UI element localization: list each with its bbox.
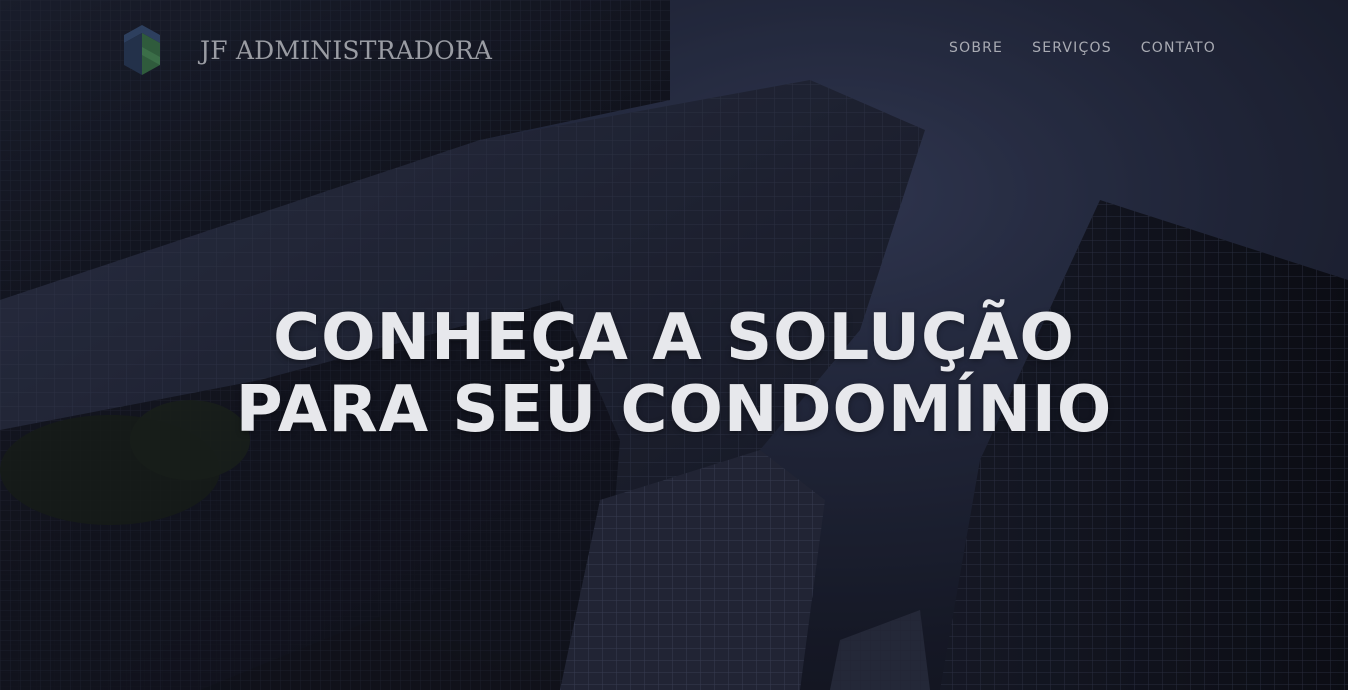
- brand[interactable]: JF ADMINISTRADORA: [118, 22, 492, 78]
- hero-headline: CONHEÇA A SOLUÇÃO PARA SEU CONDOMÍNIO: [0, 302, 1348, 446]
- hero-headline-line-1: CONHEÇA A SOLUÇÃO: [273, 301, 1075, 375]
- nav-link-servicos[interactable]: SERVIÇOS: [1032, 40, 1112, 56]
- nav-menu: SOBRE SERVIÇOS CONTATO: [949, 40, 1216, 56]
- hero-headline-line-2: PARA SEU CONDOMÍNIO: [235, 373, 1113, 447]
- navbar: JF ADMINISTRADORA SOBRE SERVIÇOS CONTATO: [0, 0, 1348, 100]
- nav-link-contato[interactable]: CONTATO: [1141, 40, 1216, 56]
- building-logo-icon: [124, 25, 160, 75]
- brand-name: JF ADMINISTRADORA: [200, 35, 493, 65]
- nav-link-sobre[interactable]: SOBRE: [949, 40, 1003, 56]
- hero-section: JF ADMINISTRADORA SOBRE SERVIÇOS CONTATO…: [0, 0, 1348, 690]
